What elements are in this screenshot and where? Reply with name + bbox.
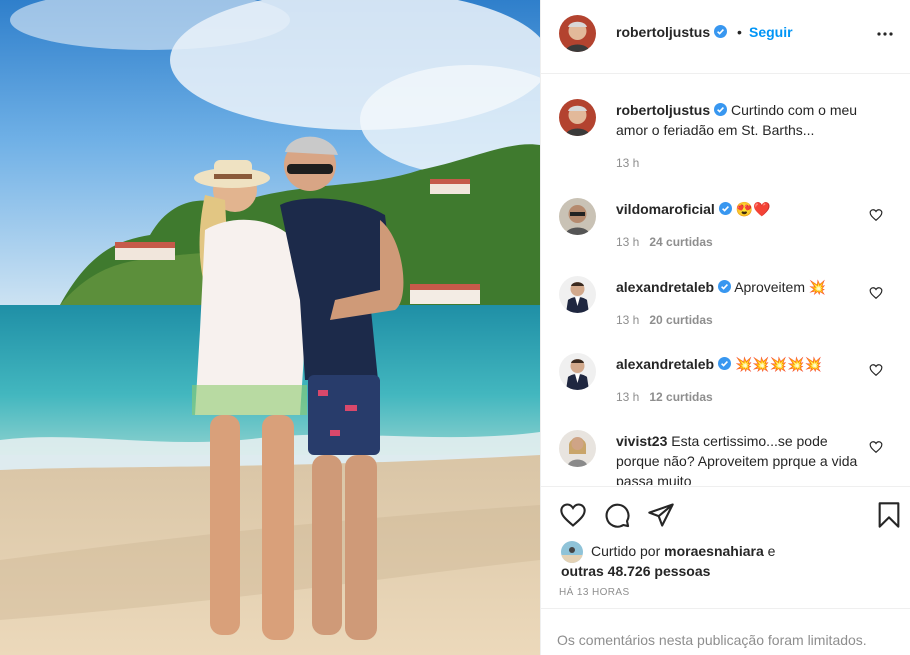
verified-badge-icon [718,202,732,215]
liker-avatar[interactable] [561,541,583,563]
likes-count-link[interactable]: outras 48.726 pessoas [561,563,710,579]
comment-icon[interactable] [603,501,631,529]
comment-text: Aproveitem 💥 [734,279,827,295]
more-options-icon[interactable] [873,22,897,46]
comment-username[interactable]: alexandretaleb [616,279,714,295]
heart-icon[interactable] [559,501,587,529]
post-photo[interactable] [0,0,540,655]
comment-time[interactable]: 13 h [616,313,639,327]
comment-content: vivist23 Esta certissimo...se pode porqu… [616,431,866,485]
caption-username[interactable]: robertoljustus [616,102,710,118]
comment-meta: 13 h 20 curtidas [616,313,713,327]
likes-suffix: e [767,543,776,559]
verified-badge-icon [718,280,732,293]
comment-username[interactable]: vildomaroficial [616,201,715,217]
bookmark-icon[interactable] [875,501,903,529]
comment-time[interactable]: 13 h [616,390,639,404]
comment-content: alexandretaleb 💥💥💥💥💥 [616,354,866,374]
post-actions: Curtido por moraesnahiara e outras 48.72… [541,486,910,608]
comment-likes[interactable]: 24 curtidas [649,235,712,249]
comment-heart-icon[interactable] [869,208,883,222]
commenter-avatar[interactable] [559,353,596,390]
commenter-avatar[interactable] [559,198,596,235]
post-side-panel: robertoljustus • Seguir robertoljustus C… [540,0,910,655]
comment-content: alexandretaleb Aproveitem 💥 [616,277,866,297]
follow-button[interactable]: Seguir [749,24,793,40]
comments-limited-notice: Os comentários nesta publicação foram li… [541,608,910,655]
comment-username[interactable]: alexandretaleb [616,356,714,372]
comment-meta: 13 h 24 curtidas [616,235,713,249]
separator-dot: • [737,24,742,40]
comment-time[interactable]: 13 h [616,235,639,249]
verified-badge-icon [714,25,728,38]
author-avatar[interactable] [559,15,596,52]
comment-username[interactable]: vivist23 [616,433,667,449]
comment-likes[interactable]: 12 curtidas [649,390,712,404]
likes-summary: Curtido por moraesnahiara e outras 48.72… [561,541,891,581]
caption-time: 13 h [616,156,639,170]
likes-line-2: outras 48.726 pessoas [561,561,891,581]
comments-limited-text: Os comentários nesta publicação foram li… [557,632,867,648]
comment-heart-icon[interactable] [869,440,883,454]
comment-heart-icon[interactable] [869,286,883,300]
comment-text: 💥💥💥💥💥 [734,356,823,372]
verified-badge-icon [718,357,732,370]
comment-heart-icon[interactable] [869,363,883,377]
author-username[interactable]: robertoljustus [616,24,728,40]
liker-username[interactable]: moraesnahiara [664,543,764,559]
comment-likes[interactable]: 20 curtidas [649,313,712,327]
author-username-text[interactable]: robertoljustus [616,24,710,40]
comments-list[interactable]: robertoljustus Curtindo com o meu amor o… [541,75,910,485]
commenter-avatar[interactable] [559,430,596,467]
author-avatar[interactable] [559,99,596,136]
share-icon[interactable] [647,501,675,529]
likes-prefix: Curtido por [591,543,661,559]
verified-badge-icon [714,103,728,116]
comment-content: vildomaroficial 😍❤️ [616,199,866,219]
beach-photo-illustration [0,0,540,655]
post-header: robertoljustus • Seguir [541,0,910,74]
caption-content: robertoljustus Curtindo com o meu amor o… [616,100,866,140]
post-timestamp[interactable]: HÁ 13 HORAS [559,587,630,598]
comment-text: 😍❤️ [735,201,771,217]
comment-meta: 13 h 12 curtidas [616,390,713,404]
likes-line: Curtido por moraesnahiara e [561,541,891,561]
commenter-avatar[interactable] [559,276,596,313]
caption-time-text: 13 h [616,156,640,170]
